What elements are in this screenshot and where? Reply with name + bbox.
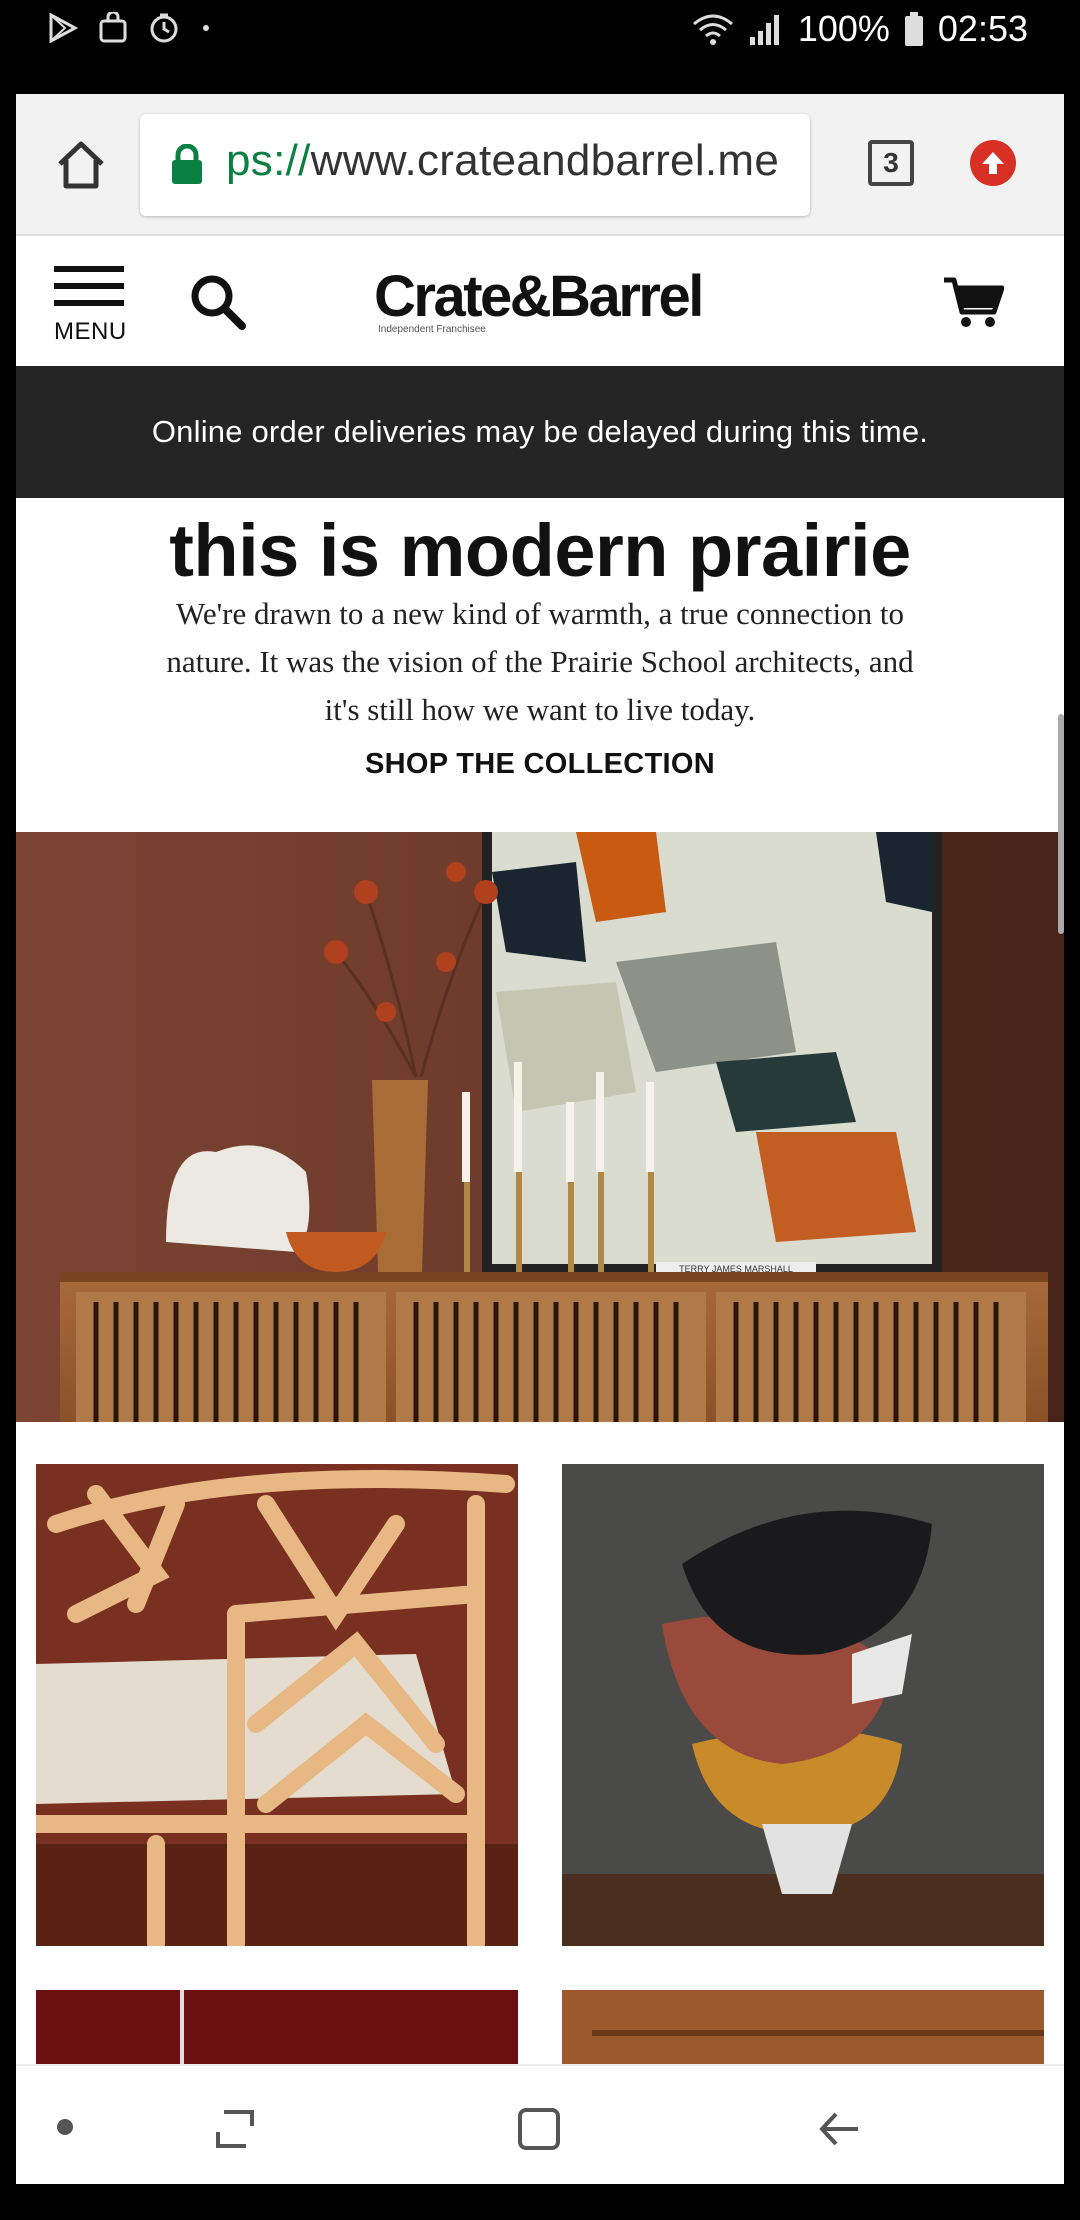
lock-icon <box>172 144 202 184</box>
system-nav-bar <box>16 2064 1064 2184</box>
tab-count: 3 <box>883 147 899 178</box>
hero-text-section: this is modern prairie We're drawn to a … <box>16 498 1064 832</box>
url-host: www.crateandbarrel.me <box>310 136 780 185</box>
cart-button[interactable] <box>942 274 1005 330</box>
hero-title: this is modern prairie <box>169 509 911 592</box>
search-button[interactable] <box>188 272 248 332</box>
clock: 02:53 <box>937 8 1028 49</box>
upgrade-icon <box>982 152 1004 174</box>
timer-icon <box>150 13 178 43</box>
url-scheme: ps:// <box>226 136 311 185</box>
hero-scene: TERRY JAMES MARSHALL <box>16 832 1064 1422</box>
site-logo[interactable]: Crate&Barrel Independent Franchisee <box>374 268 724 338</box>
search-icon <box>191 275 246 330</box>
dot-icon <box>57 2119 73 2135</box>
home-nav-button[interactable] <box>516 2106 562 2157</box>
cart-icon <box>944 277 1005 327</box>
status-left <box>48 12 212 44</box>
chair-image <box>36 1464 518 1946</box>
status-bar: 100% 02:53 <box>0 0 1080 64</box>
product-tile-bowls[interactable] <box>562 1464 1044 1946</box>
url-text: ps://www.crateandbarrel.me <box>226 136 779 186</box>
notice-text: Online order deliveries may be delayed d… <box>151 414 929 449</box>
scroll-indicator[interactable] <box>1058 714 1064 934</box>
bag-icon <box>99 12 127 43</box>
browser-screen: ps://www.crateandbarrel.me 3 MENU Crate&… <box>16 94 1064 2184</box>
menu-label: MENU <box>54 318 127 345</box>
recents-button[interactable] <box>212 2106 258 2157</box>
dot-icon <box>203 25 209 31</box>
browser-toolbar: ps://www.crateandbarrel.me 3 <box>16 94 1064 236</box>
battery-icon <box>904 12 923 46</box>
site-header: MENU Crate&Barrel Independent Franchisee <box>16 238 1064 366</box>
address-bar[interactable]: ps://www.crateandbarrel.me <box>140 114 810 216</box>
status-right: 100% 02:53 <box>692 8 1028 50</box>
wifi-icon <box>692 14 733 45</box>
signal-icon <box>749 15 779 45</box>
logo-text: Crate&Barrel <box>374 264 704 329</box>
hero-image[interactable]: TERRY JAMES MARSHALL <box>16 832 1064 1422</box>
menu-button[interactable]: MENU <box>54 266 130 345</box>
upgrade-button[interactable] <box>970 140 1016 186</box>
home-button[interactable] <box>54 138 108 192</box>
nav-dot[interactable] <box>56 2118 74 2141</box>
home-icon <box>58 141 104 189</box>
back-icon <box>819 2112 858 2146</box>
product-tile-chair[interactable] <box>36 1464 518 1946</box>
recents-icon <box>216 2110 254 2148</box>
play-store-icon <box>49 13 78 43</box>
home-square-icon <box>518 2108 560 2150</box>
battery-percent: 100% <box>797 8 890 49</box>
back-button[interactable] <box>816 2106 862 2157</box>
delivery-notice: Online order deliveries may be delayed d… <box>16 366 1064 498</box>
hero-body: We're drawn to a new kind of warmth, a t… <box>166 596 914 727</box>
shop-collection-link[interactable]: SHOP THE COLLECTION <box>16 748 1064 781</box>
tabs-button[interactable]: 3 <box>868 140 914 186</box>
bowls-image <box>562 1464 1044 1946</box>
menu-icon <box>54 266 130 306</box>
